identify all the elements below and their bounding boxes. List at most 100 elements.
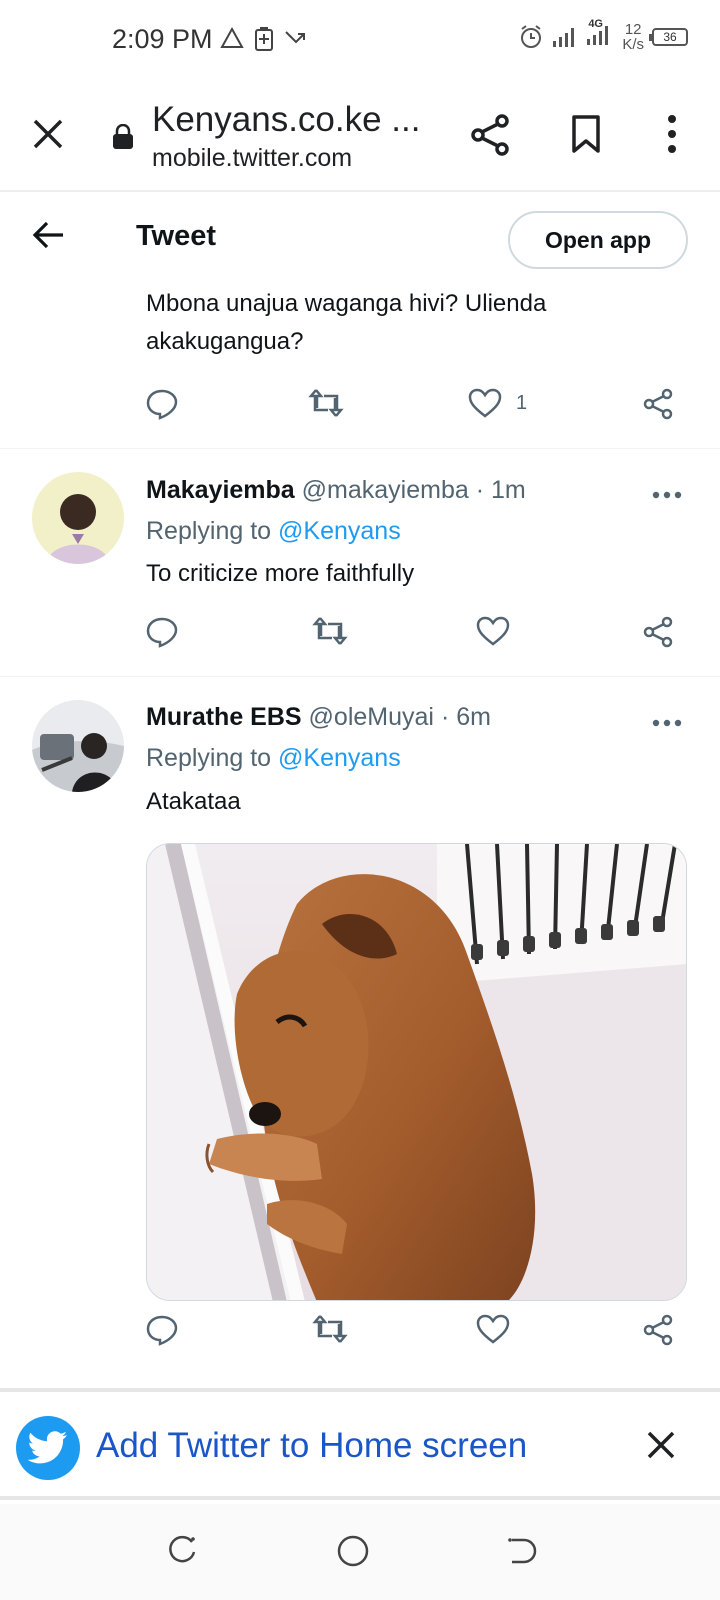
tweet-header: Makayiemba @makayiemba · 1m (146, 476, 526, 505)
recent-apps-button[interactable] (166, 1534, 198, 1571)
like-button[interactable] (476, 616, 510, 646)
tweet-text-line: Mbona unajua waganga hivi? Ulienda (146, 290, 547, 317)
tweet-divider (0, 676, 720, 677)
like-button[interactable] (476, 1314, 510, 1344)
back-nav-icon (508, 1538, 537, 1564)
more-horizontal-icon (652, 719, 682, 727)
reply-button[interactable] (146, 1314, 178, 1346)
retweet-icon (308, 389, 344, 417)
system-navigation-bar (0, 1504, 720, 1600)
reply-button[interactable] (146, 616, 178, 648)
replying-to: Replying to @Kenyans (146, 744, 401, 773)
replying-prefix: Replying to (146, 744, 272, 772)
bookmark-icon (572, 115, 600, 153)
tweet-header: Murathe EBS @oleMuyai · 6m (146, 703, 491, 732)
tweet-actions (146, 616, 686, 652)
reply-icon (146, 1315, 178, 1346)
share-icon (643, 616, 673, 648)
share-tweet-button[interactable] (642, 1314, 674, 1346)
add-to-home-link[interactable]: Add Twitter to Home screen (96, 1426, 527, 1466)
user-name[interactable]: Makayiemba (146, 476, 295, 504)
twitter-header: Tweet Open app (0, 194, 720, 284)
speed-value: 12 (624, 21, 642, 38)
tweet-divider (0, 448, 720, 449)
status-bar: 2:09 PM 4G 12 K/s 36 (0, 0, 720, 80)
retweet-icon (312, 617, 348, 645)
back-nav-button[interactable] (506, 1534, 538, 1571)
tweet-actions: 1 (146, 388, 686, 424)
alarm-icon (521, 25, 542, 48)
close-icon (33, 119, 63, 149)
status-system-icons: 4G 12 K/s 36 (518, 18, 688, 52)
tweet-time[interactable]: 6m (456, 703, 491, 731)
separator-dot: · (440, 703, 450, 731)
mention-link[interactable]: @Kenyans (278, 744, 401, 772)
avatar[interactable] (32, 472, 124, 564)
tweet-text: Atakataa (146, 788, 241, 815)
tweet-more-button[interactable] (652, 486, 682, 504)
status-notification-icons (220, 26, 308, 52)
user-handle[interactable]: @oleMuyai (309, 703, 434, 731)
reply-icon (146, 389, 178, 420)
separator-dot: · (475, 476, 485, 504)
reply-button[interactable] (146, 388, 178, 420)
back-button[interactable] (32, 220, 66, 255)
tweet-more-button[interactable] (652, 714, 682, 732)
like-button[interactable]: 1 (468, 388, 527, 418)
speed-unit: K/s (622, 36, 644, 53)
dismiss-banner-button[interactable] (646, 1430, 676, 1465)
network-type-label: 4G (588, 17, 603, 30)
close-icon (647, 1431, 675, 1459)
share-tweet-button[interactable] (642, 388, 674, 420)
arrow-left-icon (32, 221, 63, 249)
user-name[interactable]: Murathe EBS (146, 703, 302, 731)
replying-prefix: Replying to (146, 517, 272, 545)
home-circle-icon (337, 1535, 369, 1567)
share-tweet-button[interactable] (642, 616, 674, 648)
like-count: 1 (516, 391, 528, 414)
tweet-actions (146, 1314, 686, 1350)
mention-link[interactable]: @Kenyans (278, 517, 401, 545)
home-button[interactable] (336, 1534, 370, 1573)
add-to-home-banner: Add Twitter to Home screen (0, 1388, 720, 1500)
heart-icon (468, 388, 502, 418)
more-vertical-icon (668, 115, 676, 153)
tweet-text: Mbona unajua waganga hivi? Ulienda akaku… (146, 285, 546, 361)
browser-toolbar: Kenyans.co.ke ... mobile.twitter.com (0, 80, 720, 192)
battery-charging-icon (255, 27, 273, 51)
share-icon (471, 114, 509, 156)
page-heading: Tweet (136, 220, 217, 252)
battery-indicator: 36 (649, 28, 688, 46)
browser-menu-button[interactable] (666, 114, 678, 159)
open-app-button[interactable]: Open app (508, 211, 688, 269)
twitter-logo-icon (16, 1416, 80, 1480)
status-time: 2:09 PM (112, 24, 213, 54)
signal-icon (553, 28, 575, 47)
missed-call-icon (285, 31, 305, 44)
tweet-media-image[interactable] (146, 843, 687, 1301)
recent-apps-icon (169, 1535, 196, 1563)
replying-to: Replying to @Kenyans (146, 517, 401, 546)
network-speed: 12 K/s (622, 22, 644, 52)
heart-icon (476, 1314, 510, 1344)
bookmark-button[interactable] (570, 114, 602, 159)
warning-icon (220, 26, 244, 48)
tweet-text: To criticize more faithfully (146, 560, 415, 587)
reply-icon (146, 617, 178, 648)
share-icon (643, 1314, 673, 1346)
page-title[interactable]: Kenyans.co.ke ... (152, 100, 420, 140)
retweet-button[interactable] (312, 616, 348, 646)
more-horizontal-icon (652, 491, 682, 499)
signal-4g-group: 4G (586, 18, 614, 51)
tweet-text-line: akakugangua? (146, 328, 304, 355)
lock-icon (112, 123, 134, 155)
avatar[interactable] (32, 700, 124, 792)
page-url[interactable]: mobile.twitter.com (152, 144, 352, 173)
user-handle[interactable]: @makayiemba (302, 476, 469, 504)
share-icon (643, 388, 673, 420)
tweet-time[interactable]: 1m (491, 476, 526, 504)
retweet-button[interactable] (312, 1314, 348, 1344)
share-page-button[interactable] (470, 114, 510, 161)
retweet-button[interactable] (308, 388, 344, 418)
close-tab-button[interactable] (30, 116, 66, 157)
